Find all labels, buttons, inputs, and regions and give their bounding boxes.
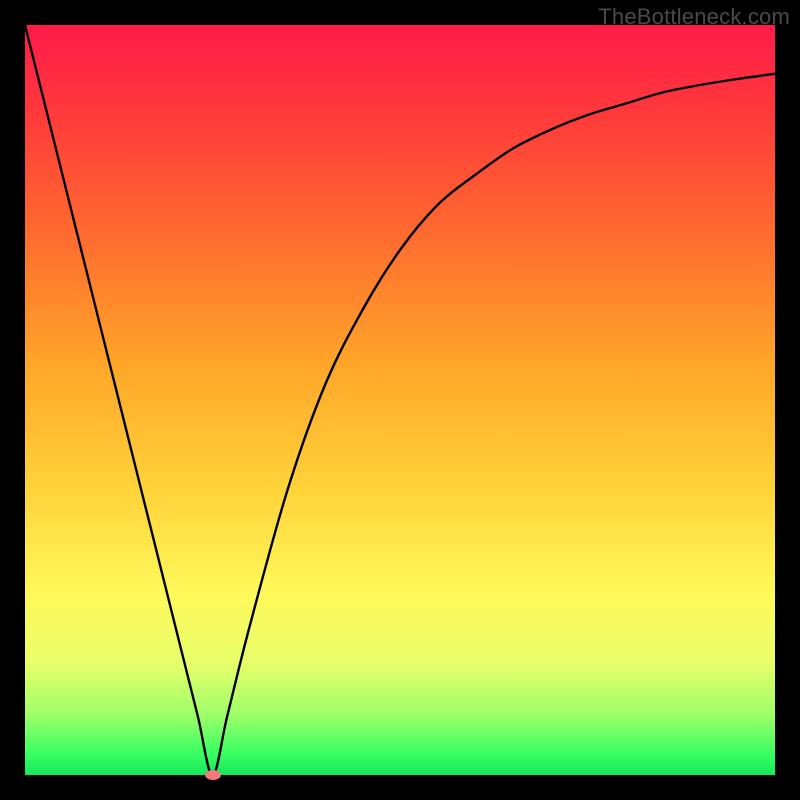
bottleneck-curve [25,25,775,775]
min-marker [205,770,221,780]
curve-svg [25,25,775,775]
plot-area [25,25,775,775]
watermark-text: TheBottleneck.com [598,4,790,30]
chart-container: TheBottleneck.com [0,0,800,800]
